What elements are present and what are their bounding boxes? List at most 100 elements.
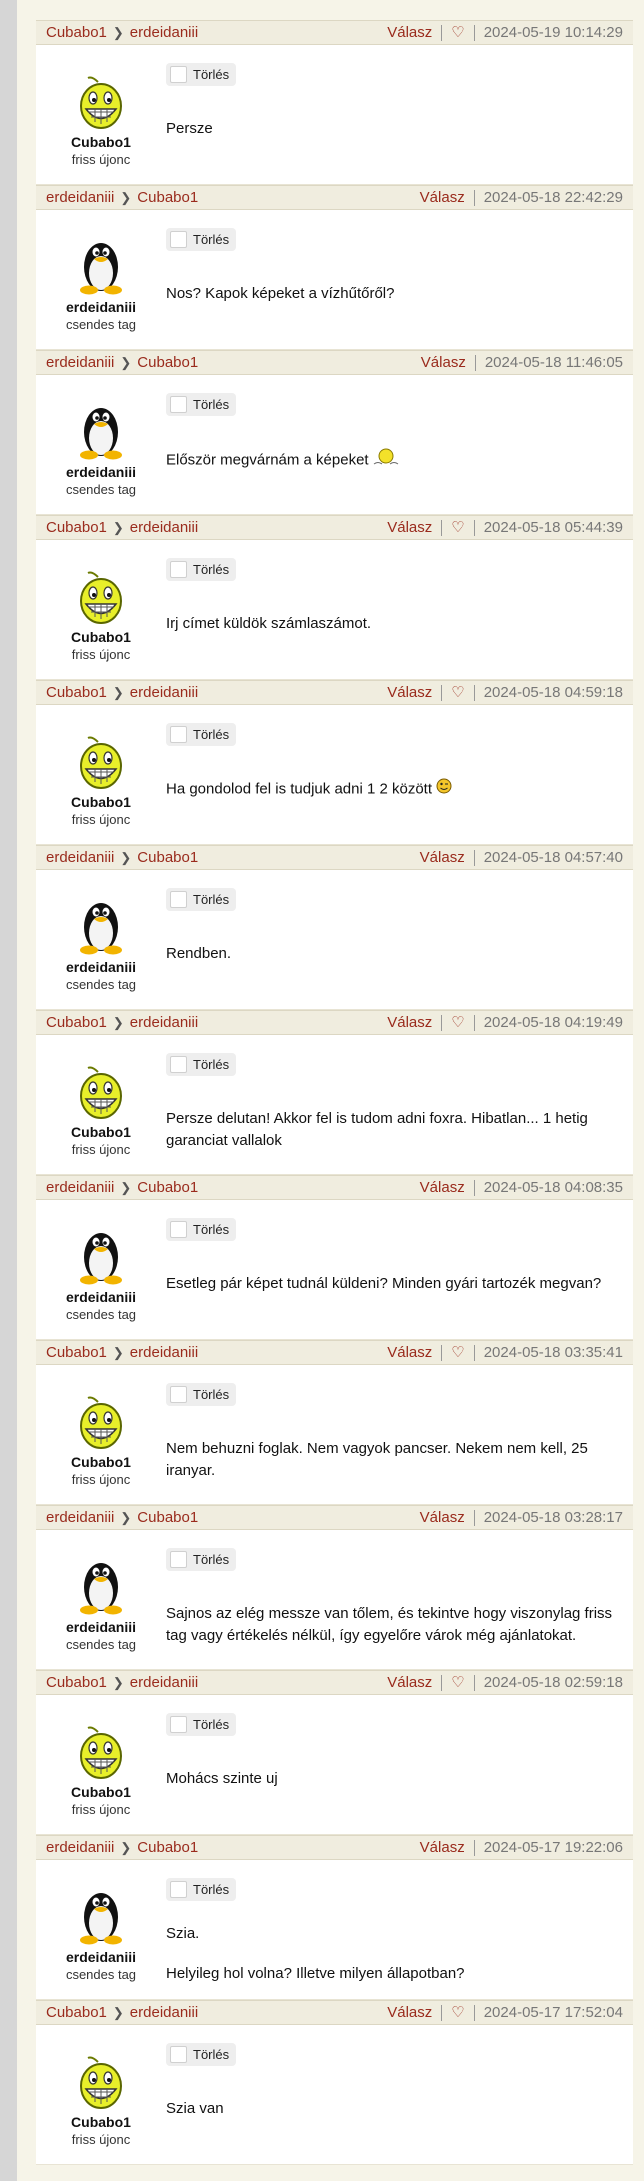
sender-link[interactable]: Cubabo1	[46, 2004, 107, 2021]
smiley-avatar[interactable]	[69, 1390, 133, 1450]
recipient-link[interactable]: erdeidaniii	[130, 24, 198, 41]
heart-icon[interactable]: ♡	[451, 2005, 464, 2020]
heart-icon[interactable]: ♡	[451, 520, 464, 535]
sender-link[interactable]: Cubabo1	[46, 684, 107, 701]
checkbox[interactable]	[170, 1551, 187, 1568]
checkbox[interactable]	[170, 396, 187, 413]
reply-link[interactable]: Válasz	[420, 1509, 465, 1526]
sender-link[interactable]: erdeidaniii	[46, 189, 114, 206]
author-name[interactable]: Cubabo1	[71, 1784, 131, 1800]
sender-link[interactable]: Cubabo1	[46, 519, 107, 536]
delete-toggle[interactable]: Törlés	[166, 393, 237, 416]
delete-toggle[interactable]: Törlés	[166, 1383, 237, 1406]
checkbox[interactable]	[170, 1881, 187, 1898]
sender-link[interactable]: erdeidaniii	[46, 1509, 114, 1526]
checkbox[interactable]	[170, 2046, 187, 2063]
delete-toggle[interactable]: Törlés	[166, 2043, 237, 2066]
author-name[interactable]: Cubabo1	[71, 1454, 131, 1470]
penguin-avatar[interactable]	[69, 1225, 133, 1285]
author-name[interactable]: erdeidaniii	[66, 464, 136, 480]
checkbox[interactable]	[170, 1056, 187, 1073]
reply-link[interactable]: Válasz	[387, 1014, 432, 1031]
delete-toggle[interactable]: Törlés	[166, 1878, 237, 1901]
recipient-link[interactable]: Cubabo1	[137, 1839, 198, 1856]
heart-icon[interactable]: ♡	[451, 1015, 464, 1030]
delete-toggle[interactable]: Törlés	[166, 1548, 237, 1571]
author-name[interactable]: Cubabo1	[71, 629, 131, 645]
recipient-link[interactable]: erdeidaniii	[130, 1014, 198, 1031]
checkbox[interactable]	[170, 1221, 187, 1238]
smiley-avatar[interactable]	[69, 2050, 133, 2110]
heart-icon[interactable]: ♡	[451, 25, 464, 40]
author-name[interactable]: erdeidaniii	[66, 1619, 136, 1635]
reply-link[interactable]: Válasz	[420, 1839, 465, 1856]
reply-link[interactable]: Válasz	[387, 24, 432, 41]
sender-link[interactable]: erdeidaniii	[46, 1839, 114, 1856]
recipient-link[interactable]: erdeidaniii	[130, 1344, 198, 1361]
reply-link[interactable]: Válasz	[420, 189, 465, 206]
delete-toggle[interactable]: Törlés	[166, 558, 237, 581]
reply-link[interactable]: Válasz	[421, 354, 466, 371]
reply-link[interactable]: Válasz	[387, 1674, 432, 1691]
sender-link[interactable]: erdeidaniii	[46, 354, 114, 371]
reply-link[interactable]: Válasz	[420, 1179, 465, 1196]
delete-toggle[interactable]: Törlés	[166, 1053, 237, 1076]
recipient-link[interactable]: erdeidaniii	[130, 519, 198, 536]
smiley-avatar[interactable]	[69, 70, 133, 130]
reply-link[interactable]: Válasz	[387, 684, 432, 701]
smiley-avatar[interactable]	[69, 565, 133, 625]
smiley-avatar[interactable]	[69, 1720, 133, 1780]
delete-toggle[interactable]: Törlés	[166, 1713, 237, 1736]
recipient-link[interactable]: erdeidaniii	[130, 1674, 198, 1691]
sender-link[interactable]: erdeidaniii	[46, 1179, 114, 1196]
checkbox[interactable]	[170, 66, 187, 83]
heart-icon[interactable]: ♡	[451, 1345, 464, 1360]
checkbox[interactable]	[170, 231, 187, 248]
heart-icon[interactable]: ♡	[451, 685, 464, 700]
sender-link[interactable]: Cubabo1	[46, 1674, 107, 1691]
recipient-link[interactable]: erdeidaniii	[130, 684, 198, 701]
author-name[interactable]: Cubabo1	[71, 134, 131, 150]
reply-link[interactable]: Válasz	[387, 1344, 432, 1361]
checkbox[interactable]	[170, 561, 187, 578]
recipient-link[interactable]: Cubabo1	[137, 849, 198, 866]
checkbox[interactable]	[170, 1716, 187, 1733]
delete-toggle[interactable]: Törlés	[166, 63, 237, 86]
smiley-avatar[interactable]	[69, 1060, 133, 1120]
penguin-avatar[interactable]	[69, 400, 133, 460]
author-name[interactable]: erdeidaniii	[66, 1289, 136, 1305]
author-name[interactable]: erdeidaniii	[66, 299, 136, 315]
penguin-avatar[interactable]	[69, 235, 133, 295]
penguin-avatar[interactable]	[69, 1555, 133, 1615]
reply-link[interactable]: Válasz	[387, 519, 432, 536]
smiley-avatar[interactable]	[69, 730, 133, 790]
recipient-link[interactable]: Cubabo1	[137, 189, 198, 206]
delete-toggle[interactable]: Törlés	[166, 888, 237, 911]
reply-link[interactable]: Válasz	[420, 849, 465, 866]
checkbox[interactable]	[170, 891, 187, 908]
penguin-avatar[interactable]	[69, 895, 133, 955]
author-name[interactable]: erdeidaniii	[66, 959, 136, 975]
heart-icon[interactable]: ♡	[451, 1675, 464, 1690]
author-name[interactable]: Cubabo1	[71, 794, 131, 810]
author-name[interactable]: Cubabo1	[71, 1124, 131, 1140]
author-name[interactable]: Cubabo1	[71, 2114, 131, 2130]
checkbox[interactable]	[170, 726, 187, 743]
recipient-link[interactable]: Cubabo1	[137, 354, 198, 371]
recipient-link[interactable]: Cubabo1	[137, 1509, 198, 1526]
sender-link[interactable]: Cubabo1	[46, 24, 107, 41]
recipient-link[interactable]: Cubabo1	[137, 1179, 198, 1196]
checkbox[interactable]	[170, 1386, 187, 1403]
chevron-right-icon: ❯	[120, 189, 132, 205]
delete-toggle[interactable]: Törlés	[166, 1218, 237, 1241]
sender-link[interactable]: Cubabo1	[46, 1344, 107, 1361]
message-body: Cubabo1 friss újonc Törlés Szia van	[36, 2025, 633, 2164]
recipient-link[interactable]: erdeidaniii	[130, 2004, 198, 2021]
delete-toggle[interactable]: Törlés	[166, 228, 237, 251]
reply-link[interactable]: Válasz	[387, 2004, 432, 2021]
penguin-avatar[interactable]	[69, 1885, 133, 1945]
sender-link[interactable]: Cubabo1	[46, 1014, 107, 1031]
delete-toggle[interactable]: Törlés	[166, 723, 237, 746]
author-name[interactable]: erdeidaniii	[66, 1949, 136, 1965]
sender-link[interactable]: erdeidaniii	[46, 849, 114, 866]
